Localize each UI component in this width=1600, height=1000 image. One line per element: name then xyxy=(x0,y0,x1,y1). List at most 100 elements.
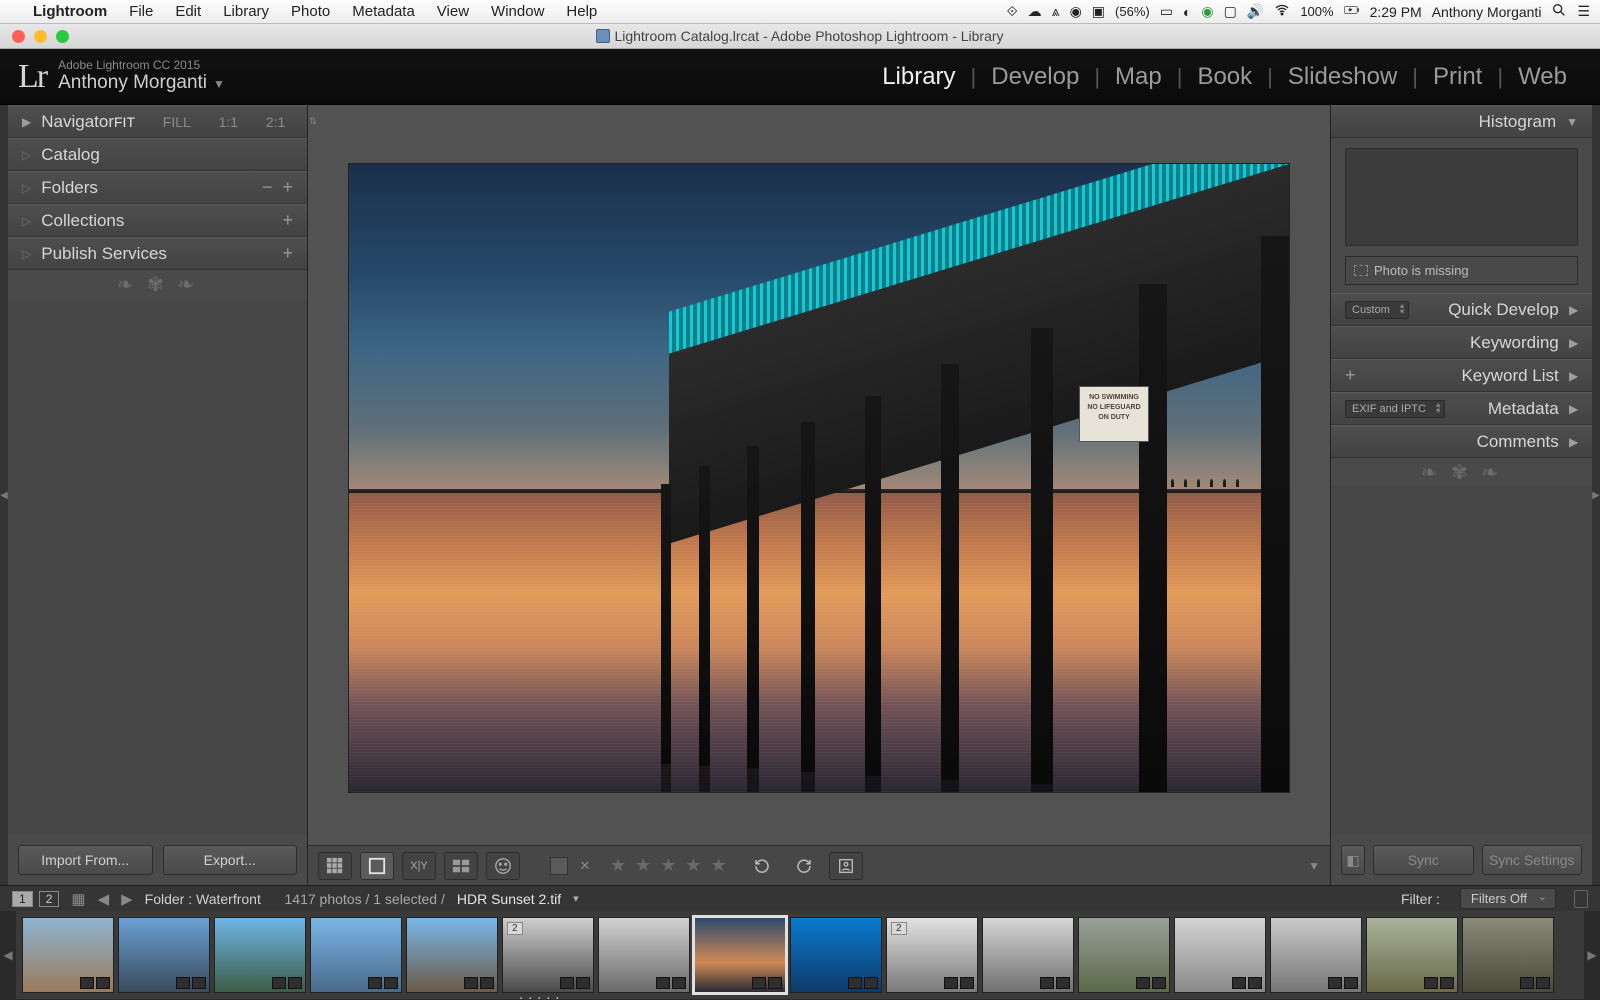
collections-plus-button[interactable]: + xyxy=(282,210,293,231)
filmstrip-scroll-left[interactable]: ◀ xyxy=(0,911,16,999)
volume-icon[interactable]: 🔊 xyxy=(1247,3,1264,20)
filmstrip-thumb[interactable] xyxy=(1174,917,1266,993)
survey-view-button[interactable] xyxy=(444,852,478,880)
menu-photo[interactable]: Photo xyxy=(280,3,341,20)
nav-forward-icon[interactable]: ▶ xyxy=(121,890,133,908)
menu-edit[interactable]: Edit xyxy=(164,3,212,20)
menu-app[interactable]: Lightroom xyxy=(22,3,118,20)
right-panel-collapse[interactable]: ▶ xyxy=(1592,105,1600,885)
menu-window[interactable]: Window xyxy=(480,3,555,20)
folders-header[interactable]: ▷ Folders −+ xyxy=(8,171,307,204)
module-print[interactable]: Print xyxy=(1418,63,1497,91)
filmstrip-thumb[interactable] xyxy=(214,917,306,993)
filmstrip-thumb[interactable]: 2★★★★★ xyxy=(502,917,594,993)
menu-library[interactable]: Library xyxy=(212,3,280,20)
menu-file[interactable]: File xyxy=(118,3,164,20)
rotate-cw-button[interactable] xyxy=(787,852,821,880)
people-view-button[interactable] xyxy=(486,852,520,880)
catalog-header[interactable]: ▷ Catalog xyxy=(8,138,307,171)
publish-plus-button[interactable]: + xyxy=(282,243,293,264)
collections-header[interactable]: ▷ Collections + xyxy=(8,204,307,237)
comments-header[interactable]: Comments ◀ xyxy=(1331,425,1592,458)
filmstrip-thumb[interactable] xyxy=(118,917,210,993)
minimize-window-button[interactable] xyxy=(34,30,47,43)
filmstrip-thumb[interactable] xyxy=(1462,917,1554,993)
module-book[interactable]: Book xyxy=(1182,63,1267,91)
export-button[interactable]: Export... xyxy=(163,845,298,875)
close-window-button[interactable] xyxy=(12,30,25,43)
keyword-list-header[interactable]: + Keyword List ◀ xyxy=(1331,359,1592,392)
metadata-preset-select[interactable]: EXIF and IPTC▴▾ xyxy=(1345,400,1445,418)
quick-develop-preset-select[interactable]: Custom▴▾ xyxy=(1345,301,1409,319)
filter-lock-icon[interactable] xyxy=(1574,890,1588,908)
sync-metadata-button[interactable] xyxy=(829,852,863,880)
folders-plus-button[interactable]: + xyxy=(282,177,293,198)
folders-minus-button[interactable]: − xyxy=(262,177,273,198)
disk-icon[interactable]: ▣ xyxy=(1092,3,1105,20)
identity-owner[interactable]: Anthony Morganti xyxy=(58,72,207,93)
airplay-icon[interactable]: ▢ xyxy=(1224,3,1237,20)
navigator-header[interactable]: ▶ Navigator FIT FILL 1:1 2:1 ⇅ xyxy=(8,105,307,138)
filmstrip-thumb[interactable] xyxy=(1366,917,1458,993)
flag-pick-indicator[interactable] xyxy=(550,857,568,875)
menu-help[interactable]: Help xyxy=(555,3,608,20)
module-develop[interactable]: Develop xyxy=(976,63,1094,91)
metadata-header[interactable]: EXIF and IPTC▴▾ Metadata ◀ xyxy=(1331,392,1592,425)
module-web[interactable]: Web xyxy=(1503,63,1582,91)
filmstrip-thumb[interactable]: 2 xyxy=(886,917,978,993)
zoom-1to1[interactable]: 1:1 xyxy=(219,114,238,130)
menu-view[interactable]: View xyxy=(426,3,480,20)
filmstrip[interactable]: 2★★★★★ 2 xyxy=(16,911,1584,999)
filmstrip-thumb[interactable] xyxy=(22,917,114,993)
filmstrip-thumb[interactable] xyxy=(598,917,690,993)
histogram-header[interactable]: Histogram ▼ xyxy=(1331,105,1592,138)
module-map[interactable]: Map xyxy=(1100,63,1177,91)
battery-icon[interactable] xyxy=(1344,2,1360,21)
user-name-menu[interactable]: Anthony Morganti xyxy=(1432,4,1542,20)
module-slideshow[interactable]: Slideshow xyxy=(1273,63,1412,91)
grid-view-button[interactable] xyxy=(318,852,352,880)
onedrive-icon[interactable]: ◉ xyxy=(1070,3,1082,20)
zoom-stepper-icon[interactable]: ⇅ xyxy=(309,116,317,127)
loupe-view-button[interactable] xyxy=(360,852,394,880)
spotlight-icon[interactable] xyxy=(1551,2,1567,21)
filmstrip-thumb[interactable] xyxy=(310,917,402,993)
zoom-2to1[interactable]: 2:1 xyxy=(266,114,285,130)
compare-view-button[interactable]: X|Y xyxy=(402,852,436,880)
coffee-icon[interactable]: ◐ xyxy=(1183,4,1191,20)
dropbox-icon[interactable]: ⟐ xyxy=(1007,3,1018,20)
grid-shortcut-icon[interactable]: ▦ xyxy=(71,890,85,908)
zoom-fit[interactable]: FIT xyxy=(114,114,135,130)
menu-extras-icon[interactable]: ☰ xyxy=(1577,3,1590,20)
filmstrip-scroll-right[interactable]: ▶ xyxy=(1584,911,1600,999)
keyword-add-button[interactable]: + xyxy=(1345,365,1356,386)
keywording-header[interactable]: Keywording ◀ xyxy=(1331,326,1592,359)
wifi-icon[interactable] xyxy=(1274,2,1290,21)
folder-path-label[interactable]: Folder : Waterfront xyxy=(145,891,261,907)
identity-dropdown-icon[interactable]: ▼ xyxy=(213,77,225,91)
activity-icon[interactable]: ⩓ xyxy=(1052,3,1060,20)
screen-1-button[interactable]: 1 xyxy=(12,891,33,907)
clock[interactable]: 2:29 PM xyxy=(1370,4,1422,20)
zoom-fill[interactable]: FILL xyxy=(163,114,191,130)
filmstrip-thumb[interactable] xyxy=(790,917,882,993)
rating-stars[interactable]: ★ ★ ★ ★ ★ xyxy=(610,855,729,876)
filmstrip-thumb[interactable] xyxy=(1270,917,1362,993)
menu-metadata[interactable]: Metadata xyxy=(341,3,426,20)
filmstrip-thumb[interactable] xyxy=(982,917,1074,993)
filmstrip-thumb[interactable] xyxy=(694,917,786,993)
sync-settings-button[interactable]: Sync Settings xyxy=(1482,845,1583,875)
toolbar-options-icon[interactable]: ▼ xyxy=(1308,859,1320,873)
filmstrip-thumb[interactable] xyxy=(1078,917,1170,993)
selected-photo-name[interactable]: HDR Sunset 2.tif xyxy=(457,891,561,907)
flag-reject-indicator[interactable]: ✕ xyxy=(576,857,594,875)
sync-button[interactable]: Sync xyxy=(1373,845,1474,875)
publish-header[interactable]: ▷ Publish Services + xyxy=(8,237,307,270)
display-icon[interactable]: ▭ xyxy=(1160,3,1173,20)
zoom-window-button[interactable] xyxy=(56,30,69,43)
loupe-view[interactable]: NO SWIMMINGNO LIFEGUARDON DUTY xyxy=(308,105,1330,845)
filmstrip-thumb[interactable] xyxy=(406,917,498,993)
sync-toggle-button[interactable]: ◧ xyxy=(1341,845,1365,875)
left-panel-collapse[interactable]: ◀ xyxy=(0,105,8,885)
quick-develop-header[interactable]: Custom▴▾ Quick Develop ◀ xyxy=(1331,293,1592,326)
